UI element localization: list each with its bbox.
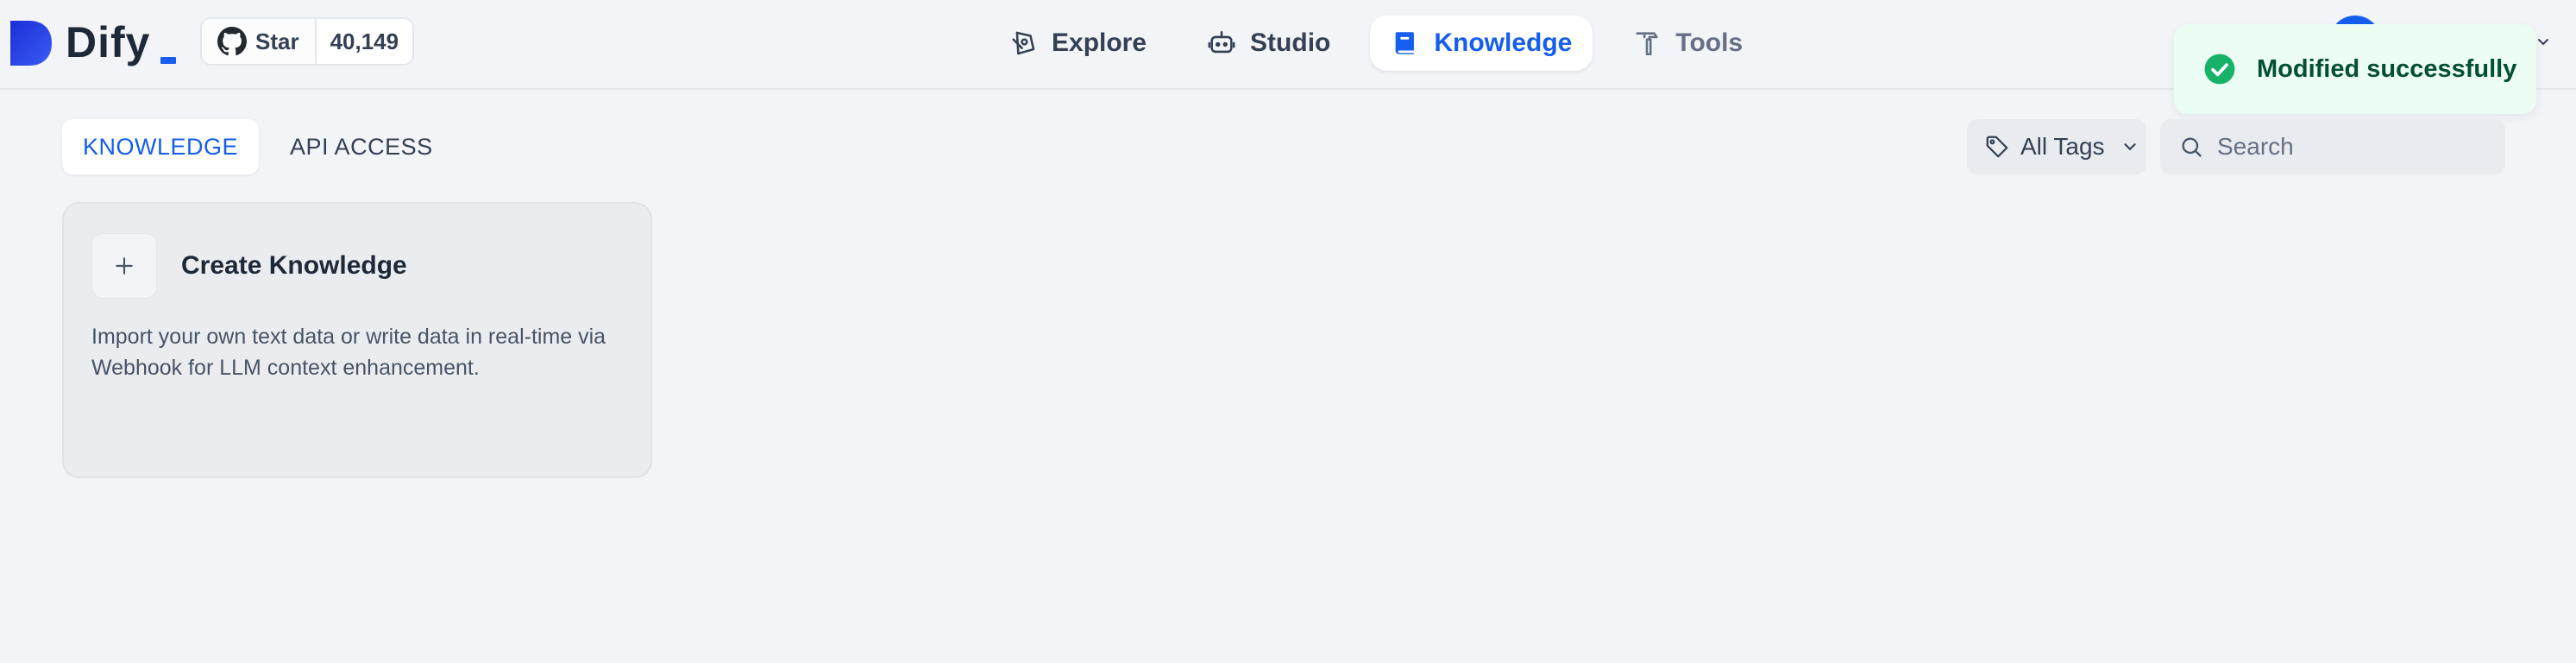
chevron-down-icon — [2123, 143, 2136, 151]
github-star-button[interactable]: Star 40,149 — [200, 17, 415, 66]
nav-item-studio[interactable]: Studio — [1186, 16, 1351, 71]
nav-label-studio: Studio — [1250, 28, 1331, 57]
main-nav: Explore Studio Knowledge Tools — [988, 16, 1763, 71]
nav-item-tools[interactable]: Tools — [1612, 16, 1763, 71]
card-description: Import your own text data or write data … — [91, 325, 606, 380]
github-icon — [217, 27, 247, 56]
tags-filter-label: All Tags — [2020, 133, 2105, 160]
tab-api-access[interactable]: API ACCESS — [269, 119, 454, 174]
check-circle-icon — [2204, 54, 2235, 85]
search-input[interactable] — [2217, 133, 2493, 161]
hammer-icon — [1636, 32, 1658, 56]
book-icon — [1396, 32, 1415, 54]
brand-name: Dify — [66, 18, 151, 66]
github-star-label-wrap: Star — [202, 19, 317, 64]
github-star-count: 40,149 — [316, 19, 413, 64]
nav-item-explore[interactable]: Explore — [988, 16, 1167, 71]
search-icon — [2182, 137, 2202, 157]
create-knowledge-card[interactable]: Create Knowledge Import your own text da… — [62, 202, 652, 478]
add-button[interactable] — [91, 233, 157, 299]
nav-label-knowledge: Knowledge — [1434, 28, 1573, 57]
compass-icon — [1012, 31, 1035, 55]
card-title: Create Knowledge — [181, 251, 407, 280]
tags-filter-button[interactable]: All Tags — [1967, 119, 2146, 174]
tag-icon — [1986, 136, 2008, 158]
toast-message: Modified successfully — [2257, 54, 2517, 83]
github-star-label: Star — [255, 28, 299, 54]
tab-knowledge[interactable]: KNOWLEDGE — [62, 119, 260, 174]
dify-logo[interactable]: Dify — [9, 18, 176, 67]
plus-icon — [116, 257, 133, 275]
robot-icon — [1208, 30, 1235, 54]
knowledge-tabs: KNOWLEDGE API ACCESS — [62, 119, 454, 174]
search-box[interactable] — [2160, 119, 2505, 174]
success-toast: Modified successfully — [2174, 24, 2536, 114]
nav-label-explore: Explore — [1052, 28, 1147, 57]
dify-logo-mark-icon — [10, 21, 52, 66]
nav-label-tools: Tools — [1675, 28, 1744, 57]
nav-item-knowledge[interactable]: Knowledge — [1370, 16, 1593, 71]
brand-underscore — [160, 57, 176, 64]
